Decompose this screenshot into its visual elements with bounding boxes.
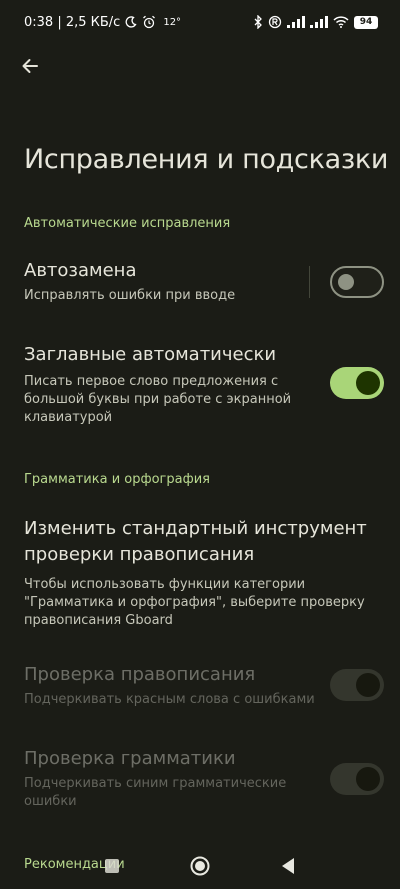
setting-change-tool-title: Изменить стандартный инструмент проверки… bbox=[24, 518, 367, 565]
signal-icon-1 bbox=[287, 16, 305, 28]
setting-grammar-check-desc: Подчеркивать синим грамматические ошибки bbox=[24, 776, 287, 809]
spell-check-switch bbox=[330, 669, 384, 701]
setting-grammar-check: Проверка грамматики Подчеркивать синим г… bbox=[24, 746, 376, 811]
section-header-auto-correct: Автоматические исправления bbox=[24, 216, 231, 231]
switch-knob bbox=[356, 673, 380, 697]
moon-icon bbox=[125, 16, 137, 28]
alarm-icon bbox=[142, 15, 156, 29]
setting-auto-caps-desc: Писать первое слово предложения с большо… bbox=[24, 374, 292, 425]
setting-auto-replace-title: Автозамена bbox=[24, 260, 137, 281]
setting-auto-caps[interactable]: Заглавные автоматически Писать первое сл… bbox=[24, 342, 376, 427]
section-header-grammar: Грамматика и орфография bbox=[24, 472, 210, 487]
recent-apps-button[interactable] bbox=[98, 852, 126, 880]
battery-icon: 94 bbox=[354, 15, 378, 29]
status-bar: 0:38 | 2,5 КБ/с 12° 94 bbox=[0, 0, 400, 44]
setting-spell-check-desc: Подчеркивать красным слова с ошибками bbox=[24, 692, 315, 707]
switch-knob bbox=[356, 371, 380, 395]
setting-spell-check-text: Проверка правописания Подчеркивать красн… bbox=[24, 662, 324, 709]
status-left: 0:38 | 2,5 КБ/с 12° bbox=[24, 15, 181, 30]
navigation-bar bbox=[0, 840, 400, 889]
page-title: Исправления и подсказки bbox=[24, 144, 389, 175]
signal-icon-2 bbox=[310, 16, 328, 28]
auto-caps-switch[interactable] bbox=[330, 367, 384, 399]
bluetooth-icon bbox=[253, 15, 263, 29]
setting-auto-replace-text: Автозамена Исправлять ошибки при вводе bbox=[24, 258, 304, 305]
setting-spell-check-title: Проверка правописания bbox=[24, 664, 256, 685]
arrow-left-icon bbox=[22, 59, 38, 73]
roaming-icon bbox=[268, 15, 282, 29]
switch-knob bbox=[356, 767, 380, 791]
grammar-check-switch bbox=[330, 763, 384, 795]
setting-grammar-check-text: Проверка грамматики Подчеркивать синим г… bbox=[24, 746, 304, 811]
wifi-icon bbox=[333, 16, 349, 28]
status-temperature: 12° bbox=[163, 16, 182, 28]
setting-spell-check: Проверка правописания Подчеркивать красн… bbox=[24, 662, 376, 709]
home-button[interactable] bbox=[186, 852, 214, 880]
setting-auto-replace[interactable]: Автозамена Исправлять ошибки при вводе bbox=[24, 258, 376, 305]
auto-replace-switch[interactable] bbox=[330, 266, 384, 298]
triangle-back-icon bbox=[282, 858, 294, 874]
setting-auto-caps-title: Заглавные автоматически bbox=[24, 344, 277, 365]
status-right: 94 bbox=[253, 15, 378, 29]
status-time-speed: 0:38 | 2,5 КБ/с bbox=[24, 14, 121, 30]
setting-auto-replace-desc: Исправлять ошибки при вводе bbox=[24, 288, 236, 303]
nav-back-button[interactable] bbox=[274, 852, 302, 880]
setting-change-tool-desc: Чтобы использовать функции категории "Гр… bbox=[24, 577, 365, 628]
back-button[interactable] bbox=[14, 50, 46, 82]
setting-auto-caps-text: Заглавные автоматически Писать первое сл… bbox=[24, 342, 304, 427]
square-recent-icon bbox=[105, 859, 119, 873]
setting-change-tool-text: Изменить стандартный инструмент проверки… bbox=[24, 516, 376, 630]
circle-home-icon bbox=[190, 856, 210, 876]
auto-replace-divider bbox=[309, 266, 310, 298]
setting-grammar-check-title: Проверка грамматики bbox=[24, 748, 236, 769]
setting-change-spell-tool[interactable]: Изменить стандартный инструмент проверки… bbox=[24, 516, 376, 630]
switch-knob bbox=[338, 274, 354, 290]
